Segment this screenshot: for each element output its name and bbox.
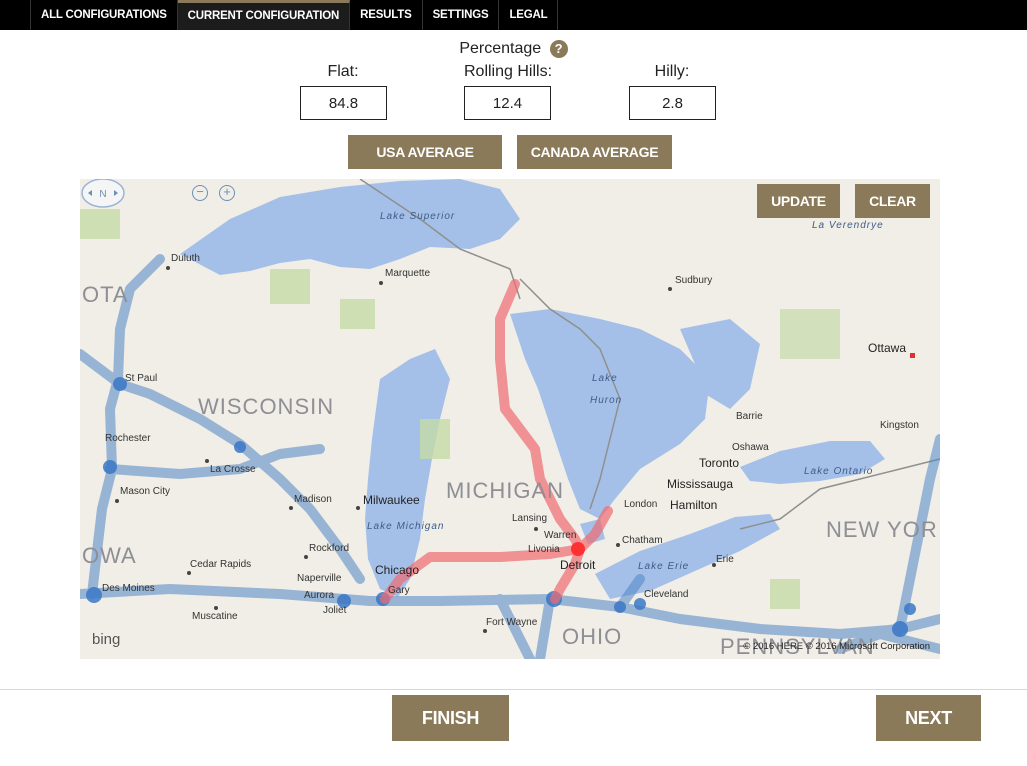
compass-label: N <box>99 189 106 200</box>
tab-all-configurations[interactable]: ALL CONFIGURATIONS <box>30 0 178 30</box>
bing-label: bing <box>92 631 121 648</box>
michigan-label: MICHIGAN <box>446 478 564 503</box>
city-gary: Gary <box>388 585 410 596</box>
lake-huron-label-1: Lake <box>592 373 618 384</box>
lake-erie-shape <box>595 514 780 599</box>
city-fort-wayne: Fort Wayne <box>486 617 538 628</box>
help-icon[interactable]: ? <box>549 40 568 58</box>
city-marquette: Marquette <box>385 268 431 279</box>
footer-divider <box>0 689 1027 690</box>
city-muscatine: Muscatine <box>192 611 238 622</box>
usa-average-button[interactable]: USA AVERAGE <box>348 135 502 169</box>
city-london: London <box>624 499 658 510</box>
hilly-label: Hilly: <box>654 63 690 80</box>
city-chatham: Chatham <box>622 535 663 546</box>
city-livonia: Livonia <box>528 544 560 555</box>
city-duluth: Duluth <box>171 253 200 264</box>
city-cedar-rapids: Cedar Rapids <box>190 559 252 570</box>
lake-erie-label: Lake Erie <box>638 561 690 572</box>
la-verendrye-label: La Verendrye <box>812 220 884 231</box>
new-york-label: NEW YOR <box>826 517 938 542</box>
city-oshawa: Oshawa <box>732 442 769 453</box>
wisconsin-label: WISCONSIN <box>198 394 335 419</box>
city-joliet: Joliet <box>323 605 347 616</box>
city-lansing: Lansing <box>512 513 548 524</box>
city-kingston: Kingston <box>880 420 919 431</box>
city-madison: Madison <box>294 494 332 505</box>
iowa-label: OWA <box>82 543 137 568</box>
city-rochester: Rochester <box>105 433 151 444</box>
detroit-marker <box>571 542 585 556</box>
lake-michigan-label: Lake Michigan <box>367 521 445 532</box>
flat-input[interactable] <box>300 86 387 120</box>
tab-legal[interactable]: LEGAL <box>499 0 559 30</box>
ottawa-marker <box>910 353 915 358</box>
lake-huron-label-2: Huron <box>590 395 623 406</box>
city-barrie: Barrie <box>736 411 763 422</box>
city-chicago: Chicago <box>375 563 420 577</box>
city-cleveland: Cleveland <box>644 589 689 600</box>
city-mississauga: Mississauga <box>667 477 734 491</box>
update-button[interactable]: UPDATE <box>757 184 840 218</box>
city-erie: Erie <box>716 554 734 565</box>
route-map[interactable]: N − + Lake Superior Lake Michigan Lake H… <box>80 179 940 659</box>
next-button[interactable]: NEXT <box>876 695 981 741</box>
city-naperville: Naperville <box>297 573 342 584</box>
bing-logo[interactable]: bing <box>92 631 120 648</box>
zoom-in-icon[interactable]: + <box>219 185 235 201</box>
tab-settings[interactable]: SETTINGS <box>423 0 500 30</box>
city-sudbury: Sudbury <box>675 275 713 286</box>
lake-superior-label: Lake Superior <box>380 211 456 222</box>
compass-icon[interactable]: N <box>80 179 126 211</box>
city-toronto: Toronto <box>699 456 740 470</box>
tab-current-configuration[interactable]: CURRENT CONFIGURATION <box>177 0 351 30</box>
percentage-header: Percentage ? <box>0 40 1027 58</box>
city-la-crosse: La Crosse <box>210 464 256 475</box>
lake-ontario-label: Lake Ontario <box>804 466 874 477</box>
top-navigation: ALL CONFIGURATIONS CURRENT CONFIGURATION… <box>0 0 1027 30</box>
city-des-moines: Des Moines <box>102 583 155 594</box>
minnesota-label: OTA <box>82 282 129 307</box>
city-st-paul: St Paul <box>125 373 158 384</box>
zoom-out-icon[interactable]: − <box>192 185 208 201</box>
finish-button[interactable]: FINISH <box>392 695 509 741</box>
city-milwaukee: Milwaukee <box>363 493 420 507</box>
city-warren: Warren <box>544 530 577 541</box>
city-rockford: Rockford <box>309 543 350 554</box>
hilly-input[interactable] <box>629 86 716 120</box>
map-copyright: © 2016 HERE © 2016 Microsoft Corporation <box>743 641 930 652</box>
ohio-label: OHIO <box>562 624 623 649</box>
percentage-title: Percentage <box>459 40 542 57</box>
city-ottawa: Ottawa <box>868 341 907 355</box>
city-detroit: Detroit <box>560 558 596 572</box>
rolling-hills-input[interactable] <box>464 86 551 120</box>
city-mason-city: Mason City <box>120 486 171 497</box>
clear-button[interactable]: CLEAR <box>855 184 930 218</box>
tab-results[interactable]: RESULTS <box>350 0 423 30</box>
city-hamilton: Hamilton <box>670 498 718 512</box>
city-aurora: Aurora <box>304 590 335 601</box>
flat-label: Flat: <box>327 63 359 80</box>
canada-average-button[interactable]: CANADA AVERAGE <box>517 135 672 169</box>
rolling-hills-label: Rolling Hills: <box>463 63 553 80</box>
